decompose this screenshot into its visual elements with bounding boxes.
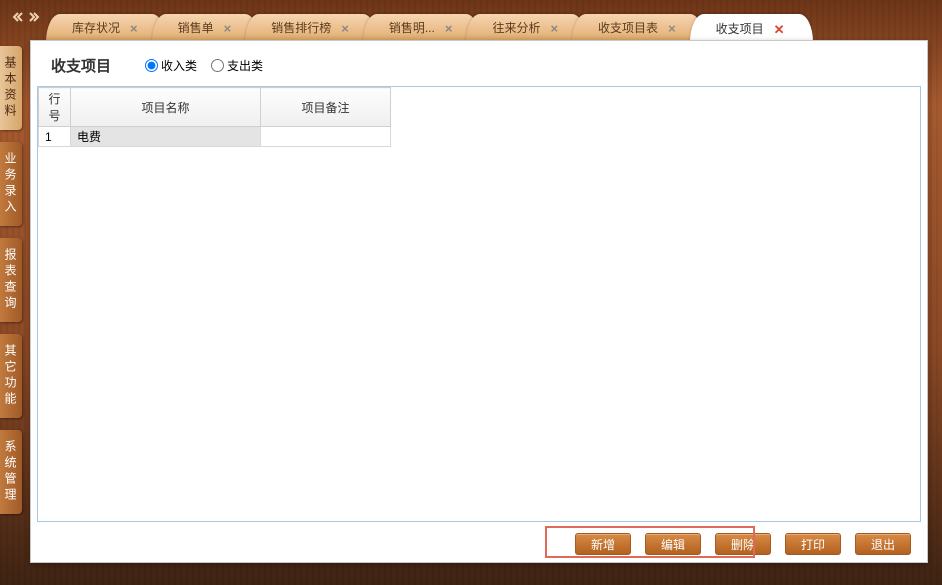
category-radio-group: 收入类 支出类: [145, 57, 263, 74]
delete-button[interactable]: 删除: [715, 533, 771, 555]
print-button[interactable]: 打印: [785, 533, 841, 555]
add-button[interactable]: 新增: [575, 533, 631, 555]
tab-strip: 库存状况 × 销售单 × 销售排行榜 × 销售明... × 往来分析 × 收支项…: [0, 0, 942, 42]
tab-label: 销售排行榜: [271, 14, 331, 42]
tab-sales-order[interactable]: 销售单 ×: [152, 14, 260, 42]
sidenav-item-business-entry[interactable]: 业务录入: [0, 142, 22, 226]
table-row[interactable]: 1 电费: [39, 127, 391, 147]
sidenav-item-other-func[interactable]: 其它功能: [0, 334, 22, 418]
tab-scroll-left-icon[interactable]: [10, 10, 24, 24]
tab-scroll-right-icon[interactable]: [28, 10, 42, 24]
sidenav-item-report-query[interactable]: 报表查询: [0, 238, 22, 322]
tab-label: 收支项目表: [598, 14, 658, 42]
tab-label: 销售明...: [389, 14, 435, 42]
close-icon[interactable]: ×: [443, 22, 455, 35]
panel-title: 收支项目: [51, 55, 111, 76]
sidenav-item-system-admin[interactable]: 系统管理: [0, 430, 22, 514]
radio-expense-input[interactable]: [211, 59, 224, 72]
col-header-name[interactable]: 项目名称: [71, 88, 261, 127]
close-icon[interactable]: ×: [339, 22, 351, 35]
cell-note[interactable]: [261, 127, 391, 147]
edit-button[interactable]: 编辑: [645, 533, 701, 555]
tab-scroll-arrows: [10, 10, 42, 24]
radio-income-input[interactable]: [145, 59, 158, 72]
side-nav: 基本资料 业务录入 报表查询 其它功能 系统管理: [0, 46, 22, 585]
radio-expense-label: 支出类: [227, 57, 263, 74]
close-icon[interactable]: ×: [548, 22, 560, 35]
tab-label: 销售单: [178, 14, 214, 42]
radio-expense[interactable]: 支出类: [211, 57, 263, 74]
cell-name[interactable]: 电费: [71, 127, 261, 147]
sidenav-item-basic-data[interactable]: 基本资料: [0, 46, 22, 130]
data-grid[interactable]: 行号 项目名称 项目备注 1 电费: [37, 86, 921, 522]
col-header-note[interactable]: 项目备注: [261, 88, 391, 127]
tab-label: 库存状况: [72, 14, 120, 42]
cell-rownum[interactable]: 1: [39, 127, 71, 147]
tab-income-expense-table[interactable]: 收支项目表 ×: [572, 14, 704, 42]
tab-label: 收支项目: [716, 15, 764, 43]
radio-income[interactable]: 收入类: [145, 57, 197, 74]
col-header-rownum[interactable]: 行号: [39, 88, 71, 127]
tab-inventory-status[interactable]: 库存状况 ×: [46, 14, 166, 42]
panel-header: 收支项目 收入类 支出类: [31, 41, 927, 86]
radio-income-label: 收入类: [161, 57, 197, 74]
close-icon[interactable]: ✕: [772, 23, 787, 36]
tab-sales-detail[interactable]: 销售明... ×: [363, 14, 481, 42]
panel-footer: 新增 编辑 删除 打印 退出: [31, 526, 927, 562]
close-icon[interactable]: ×: [128, 22, 140, 35]
exit-button[interactable]: 退出: [855, 533, 911, 555]
close-icon[interactable]: ×: [666, 22, 678, 35]
tab-transaction-analysis[interactable]: 往来分析 ×: [466, 14, 586, 42]
tab-sales-ranking[interactable]: 销售排行榜 ×: [245, 14, 377, 42]
close-icon[interactable]: ×: [222, 22, 234, 35]
tab-label: 往来分析: [492, 14, 540, 42]
main-panel: 收支项目 收入类 支出类 行号 项目名称 项目备注 1: [30, 40, 928, 563]
